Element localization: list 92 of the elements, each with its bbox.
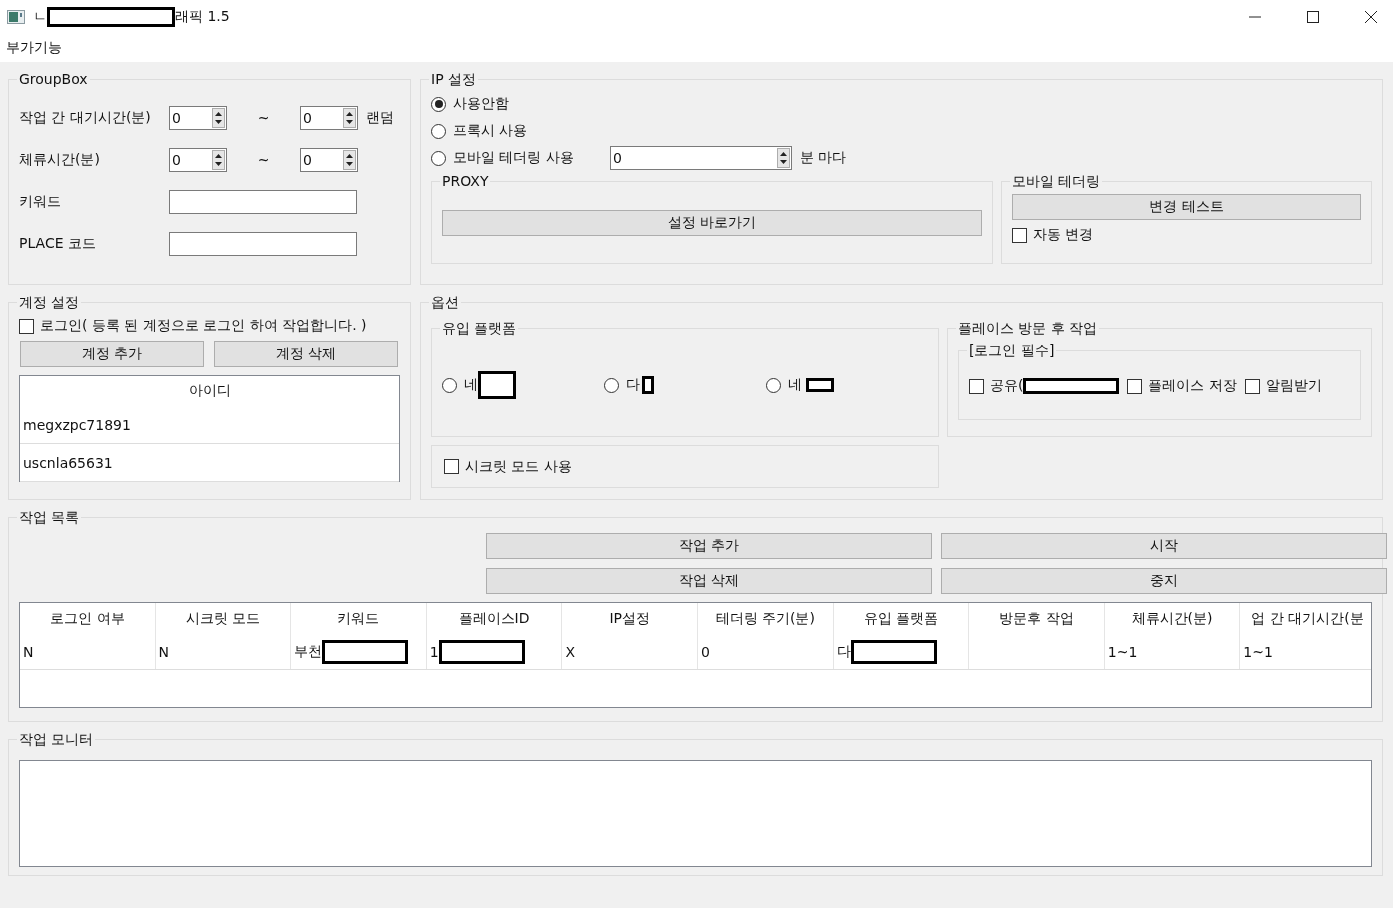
checkbox[interactable] bbox=[969, 378, 984, 394]
input-field[interactable] bbox=[169, 190, 357, 214]
spin-box[interactable]: 0 bbox=[609, 146, 792, 170]
input-field[interactable] bbox=[169, 232, 357, 256]
group-title: GroupBox bbox=[18, 70, 89, 88]
column-header: 업 간 대기시간(분 bbox=[1240, 603, 1371, 635]
radio-label: 프록시 사용 bbox=[453, 122, 528, 140]
radio-label: 다 bbox=[626, 376, 640, 394]
monitor-field[interactable] bbox=[19, 760, 1372, 867]
field-label: 랜덤 bbox=[366, 109, 394, 127]
group-title: 모바일 테더링 bbox=[1011, 172, 1102, 190]
spin-arrows-icon[interactable] bbox=[776, 148, 790, 168]
column-header: 로그인 여부 bbox=[20, 603, 156, 635]
task-button[interactable]: 시작 bbox=[941, 533, 1387, 559]
radio-label: 모바일 테더링 사용 bbox=[453, 149, 574, 167]
window-title: 래픽 1.5 bbox=[175, 8, 230, 26]
group-title: 계정 설정 bbox=[18, 293, 81, 311]
column-header: 방문후 작업 bbox=[969, 603, 1105, 635]
group-title: 옵션 bbox=[430, 293, 460, 311]
group-title: 작업 목록 bbox=[18, 508, 81, 526]
account-button[interactable]: 계정 추가 bbox=[20, 341, 204, 367]
table-cell: 다 bbox=[836, 643, 851, 661]
task-button[interactable]: 중지 bbox=[941, 568, 1387, 594]
spin-box[interactable]: 0 bbox=[169, 148, 227, 172]
column-header: IP설정 bbox=[562, 603, 698, 635]
table-cell: 1 bbox=[429, 644, 439, 660]
radio-button[interactable] bbox=[766, 377, 781, 393]
settings-button[interactable]: 설정 바로가기 bbox=[442, 210, 982, 236]
spin-arrows-icon[interactable] bbox=[343, 150, 356, 170]
account-button[interactable]: 계정 삭제 bbox=[214, 341, 398, 367]
column-header: 키워드 bbox=[291, 603, 427, 635]
checkbox-label: 공유( bbox=[990, 377, 1024, 395]
spin-arrows-icon[interactable] bbox=[212, 108, 225, 128]
radio-label: 네 bbox=[464, 376, 478, 394]
group-title: [로그인 필수] bbox=[968, 341, 1056, 359]
group-title: 플레이스 방문 후 작업 bbox=[957, 319, 1099, 337]
group-title: IP 설정 bbox=[430, 70, 478, 88]
checkbox[interactable] bbox=[1012, 227, 1027, 243]
spin-box[interactable]: 0 bbox=[169, 106, 227, 130]
table-cell: 1~1 bbox=[1107, 644, 1138, 660]
spin-arrows-icon[interactable] bbox=[212, 150, 225, 170]
field-label: PLACE 코드 bbox=[19, 235, 97, 253]
field-label: 작업 간 대기시간(분) bbox=[19, 109, 152, 127]
checkbox[interactable] bbox=[19, 318, 34, 334]
radio-label: 네 bbox=[788, 376, 802, 394]
radio-button[interactable] bbox=[431, 96, 446, 112]
checkbox-label: 로그인( 등록 된 계정으로 로그인 하여 작업합니다. ) bbox=[40, 317, 367, 335]
group-title: 유입 플랫폼 bbox=[441, 319, 518, 337]
close-icon[interactable] bbox=[1365, 11, 1377, 23]
spin-arrows-icon[interactable] bbox=[343, 108, 356, 128]
radio-button[interactable] bbox=[604, 377, 619, 393]
checkbox[interactable] bbox=[1244, 378, 1260, 394]
spin-box[interactable]: 0 bbox=[300, 148, 358, 172]
task-button[interactable]: 작업 추가 bbox=[486, 533, 932, 559]
task-button[interactable]: 작업 삭제 bbox=[486, 568, 932, 594]
table-cell: N bbox=[23, 644, 34, 660]
range-separator: ~ bbox=[256, 110, 271, 126]
radio-button[interactable] bbox=[442, 377, 457, 393]
radio-label: 사용안함 bbox=[453, 95, 509, 113]
column-header: 아이디 bbox=[187, 381, 232, 400]
field-label: 키워드 bbox=[19, 193, 62, 211]
radio-button[interactable] bbox=[431, 150, 446, 166]
field-label: 분 마다 bbox=[799, 149, 847, 167]
checkbox[interactable] bbox=[444, 459, 459, 474]
table-cell: 부천 bbox=[294, 643, 323, 661]
group-title: PROXY bbox=[441, 172, 490, 190]
column-header: 시크릿 모드 bbox=[155, 603, 292, 635]
test-button[interactable]: 변경 테스트 bbox=[1012, 194, 1361, 220]
list-item[interactable]: uscnla65631 bbox=[20, 444, 399, 482]
checkbox-label: 시크릿 모드 사용 bbox=[465, 457, 572, 476]
menu-item[interactable]: 부가기능 bbox=[6, 39, 62, 57]
checkbox-label: 자동 변경 bbox=[1033, 226, 1094, 244]
range-separator: ~ bbox=[256, 152, 271, 168]
column-header: 테더링 주기(분) bbox=[697, 603, 834, 635]
checkbox-label: 플레이스 저장 bbox=[1148, 377, 1237, 395]
maximize-icon[interactable] bbox=[1307, 11, 1319, 23]
column-header: 유입 플랫폼 bbox=[833, 603, 970, 635]
list-item[interactable]: megxzpc71891 bbox=[20, 406, 399, 444]
radio-button[interactable] bbox=[431, 123, 446, 139]
field-label: 체류시간(분) bbox=[19, 151, 101, 169]
spin-box[interactable]: 0 bbox=[300, 106, 358, 130]
table-cell: N bbox=[158, 644, 170, 660]
column-header: 체류시간(분) bbox=[1104, 603, 1241, 635]
table-cell: X bbox=[565, 644, 575, 660]
group-title: 작업 모니터 bbox=[18, 730, 95, 748]
window-title: ㄴ bbox=[33, 8, 47, 26]
table-cell: 0 bbox=[700, 644, 710, 660]
app-icon bbox=[7, 10, 25, 24]
column-header: 플레이스ID bbox=[426, 603, 563, 635]
checkbox[interactable] bbox=[1127, 378, 1143, 394]
checkbox-label: 알림받기 bbox=[1265, 377, 1322, 395]
table-cell: 1~1 bbox=[1243, 644, 1273, 660]
